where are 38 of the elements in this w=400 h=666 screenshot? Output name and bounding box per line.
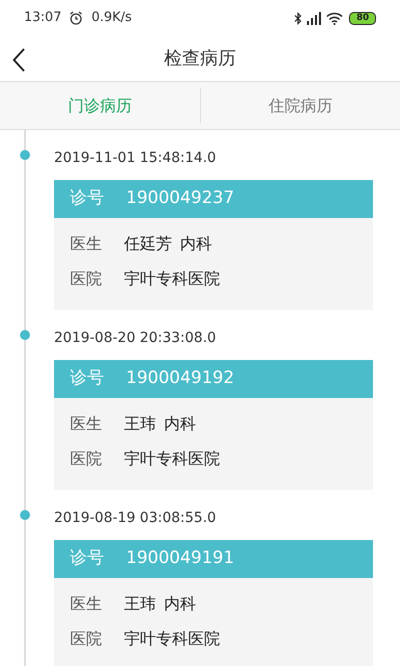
back-button[interactable] [12,47,26,72]
timeline-dot [20,330,30,340]
hospital-name: 宇叶专科医院 [124,268,220,290]
number-label: 诊号 [70,547,104,570]
battery-indicator: 80 [349,12,376,24]
record-datetime: 2019-08-19 03:08:55.0 [54,510,218,526]
number-label: 诊号 [70,367,104,390]
alarm-icon [69,11,84,25]
department: 内科 [180,232,212,254]
tab[interactable]: 住院病历 [200,82,400,129]
number-label: 诊号 [70,187,104,210]
doctor-name: 任廷芳 [124,232,172,254]
record-datetime: 2019-08-20 20:33:08.0 [54,330,218,346]
record-number: 1900049191 [126,547,234,570]
doctor-label: 医生 [70,232,102,254]
department: 内科 [164,592,196,614]
doctor-name: 王玮 [124,412,156,434]
hospital-label: 医院 [70,268,102,290]
page-title: 检查病历 [164,47,236,71]
timeline-dot [20,150,30,160]
hospital-name: 宇叶专科医院 [124,448,220,470]
hospital-label: 医院 [70,448,102,470]
doctor-label: 医生 [70,592,102,614]
timeline-dot [20,510,30,520]
network-speed: 0.9K/s [91,9,132,28]
hospital-label: 医院 [70,628,102,650]
wifi-icon [326,12,344,24]
department: 内科 [164,412,196,434]
bluetooth-icon [294,12,302,24]
record-number: 1900049192 [126,367,234,390]
clock-time: 13:07 [24,9,62,28]
tab[interactable]: 门诊病历 [0,82,200,129]
record-datetime: 2019-11-01 15:48:14.0 [54,150,218,166]
doctor-label: 医生 [70,412,102,434]
signal-icon [306,12,322,24]
doctor-name: 王玮 [124,592,156,614]
record-number: 1900049237 [126,187,234,210]
hospital-name: 宇叶专科医院 [124,628,220,650]
